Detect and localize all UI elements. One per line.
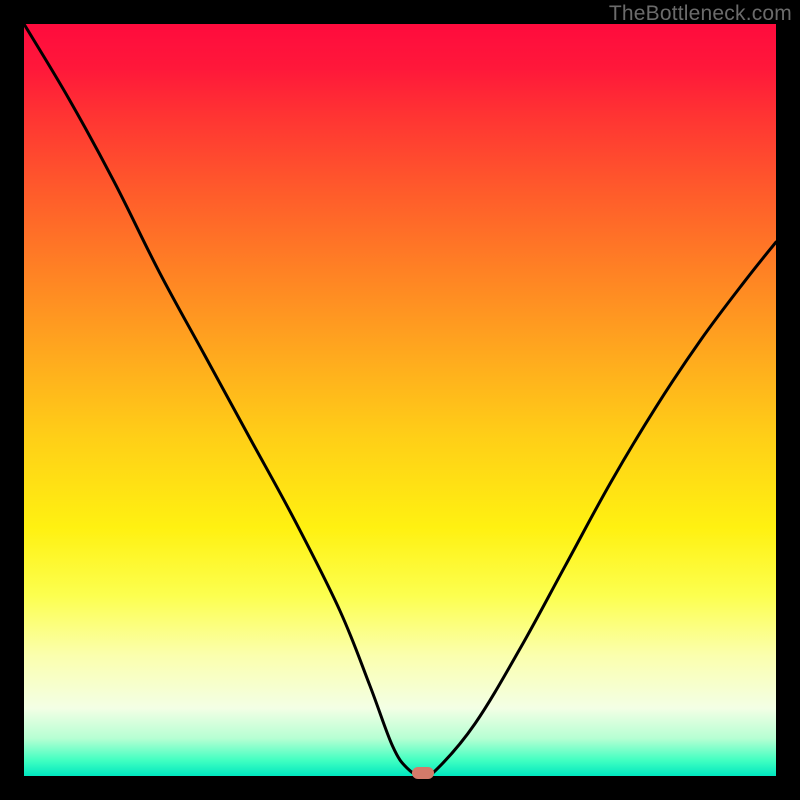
watermark-text: TheBottleneck.com	[609, 2, 792, 26]
curve-path	[24, 24, 776, 776]
plot-area	[24, 24, 776, 776]
optimum-marker	[412, 767, 434, 779]
chart-canvas: TheBottleneck.com	[0, 0, 800, 800]
bottleneck-curve	[24, 24, 776, 776]
